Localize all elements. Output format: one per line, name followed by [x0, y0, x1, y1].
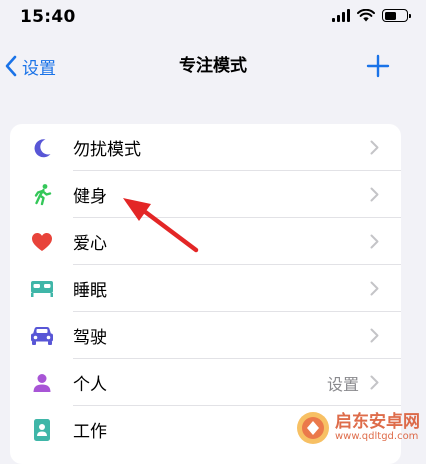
- status-icons: [332, 9, 411, 22]
- focus-mode-fitness[interactable]: 健身: [10, 171, 401, 218]
- focus-mode-label: 驾驶: [73, 328, 107, 348]
- focus-mode-label: 睡眠: [73, 281, 107, 301]
- focus-mode-label: 健身: [73, 187, 107, 207]
- plus-icon: [366, 54, 390, 78]
- moon-icon: [30, 136, 54, 160]
- car-icon: [30, 324, 54, 348]
- watermark-logo-icon: [297, 412, 329, 444]
- focus-mode-label: 勿扰模式: [73, 140, 141, 160]
- chevron-right-icon: [370, 234, 379, 253]
- chevron-right-icon: [370, 140, 379, 159]
- chevron-right-icon: [370, 375, 379, 394]
- chevron-right-icon: [370, 281, 379, 300]
- focus-mode-sleep[interactable]: 睡眠: [10, 265, 401, 312]
- watermark: 启东安卓网 www.qdltgd.com: [296, 411, 420, 445]
- watermark-url: www.qdltgd.com: [335, 430, 419, 442]
- running-figure-icon: [30, 183, 54, 207]
- cellular-signal-icon: [332, 9, 350, 22]
- focus-mode-do-not-disturb[interactable]: 勿扰模式: [10, 124, 401, 171]
- focus-mode-heart[interactable]: 爱心: [10, 218, 401, 265]
- status-time: 15:40: [20, 7, 76, 27]
- focus-mode-label: 工作: [73, 422, 107, 442]
- focus-mode-label: 爱心: [73, 234, 107, 254]
- status-bar: 15:40: [0, 0, 426, 36]
- page-title: 专注模式: [179, 56, 247, 76]
- chevron-right-icon: [370, 187, 379, 206]
- navigation-bar: 设置 专注模式: [0, 44, 426, 88]
- focus-mode-personal[interactable]: 个人 设置: [10, 359, 401, 406]
- id-badge-icon: [30, 418, 54, 442]
- focus-mode-driving[interactable]: 驾驶: [10, 312, 401, 359]
- bed-icon: [30, 277, 54, 301]
- heart-icon: [30, 230, 54, 254]
- watermark-title: 启东安卓网: [335, 411, 420, 432]
- battery-icon: [382, 9, 411, 22]
- add-button[interactable]: [364, 52, 392, 80]
- wifi-icon: [357, 9, 375, 22]
- chevron-right-icon: [370, 328, 379, 347]
- setup-status: 设置: [326, 374, 359, 394]
- person-icon: [30, 371, 54, 395]
- focus-mode-label: 个人: [73, 375, 107, 395]
